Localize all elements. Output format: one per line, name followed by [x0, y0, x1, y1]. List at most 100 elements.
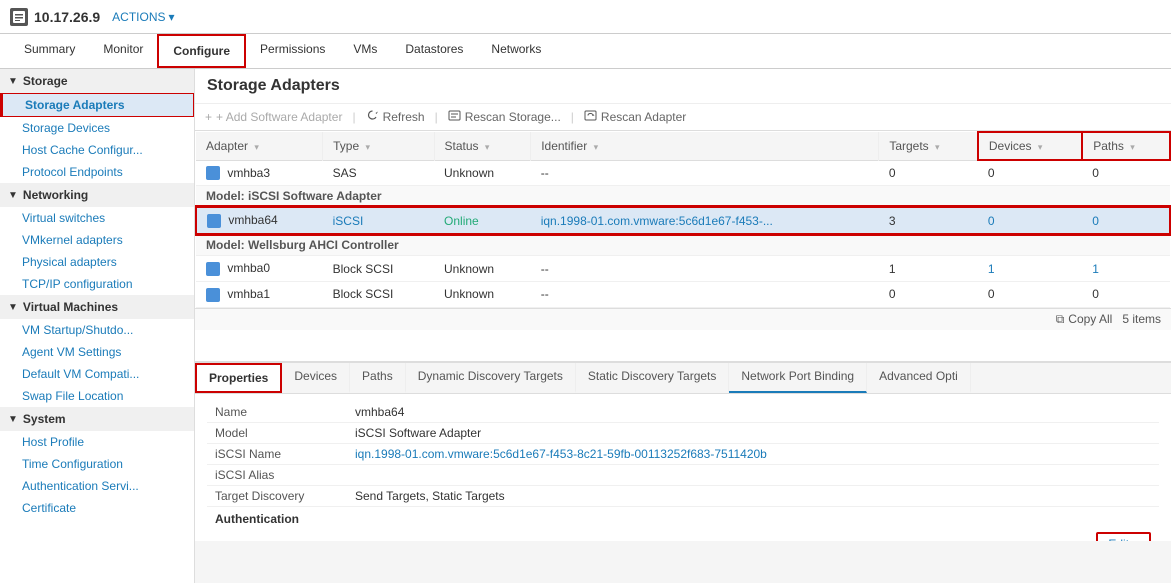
tab-devices[interactable]: Devices	[282, 363, 350, 393]
table-row-selected[interactable]: vmhba64 iSCSI Online iqn.1998-01.com.vmw…	[196, 207, 1170, 234]
content-area: Storage Adapters + + Add Software Adapte…	[195, 69, 1171, 583]
tab-networks[interactable]: Networks	[477, 34, 555, 68]
prop-name: Name vmhba64	[207, 402, 1159, 423]
sidebar-item-protocol-endpoints[interactable]: Protocol Endpoints	[0, 161, 194, 183]
prop-model: Model iSCSI Software Adapter	[207, 423, 1159, 444]
vm-arrow: ▼	[8, 302, 18, 313]
refresh-button[interactable]: Refresh	[366, 109, 425, 125]
cell-devices: 0	[978, 281, 1082, 307]
adapters-table: Adapter ▾ Type ▾ Status ▾	[195, 131, 1171, 308]
cell-targets: 0	[879, 281, 978, 307]
sidebar-item-swap-file-location[interactable]: Swap File Location	[0, 385, 194, 407]
tab-dynamic-discovery[interactable]: Dynamic Discovery Targets	[406, 363, 576, 393]
sidebar-item-physical-adapters[interactable]: Physical adapters	[0, 251, 194, 273]
adapter-icon	[207, 214, 221, 228]
edit-button[interactable]: Edit...	[1096, 532, 1151, 541]
cell-identifier: --	[531, 281, 879, 307]
col-targets[interactable]: Targets ▾	[879, 132, 978, 160]
sidebar-item-time-config[interactable]: Time Configuration	[0, 453, 194, 475]
sidebar-item-storage-adapters[interactable]: Storage Adapters	[0, 93, 194, 117]
sidebar-item-tcpip-config[interactable]: TCP/IP configuration	[0, 273, 194, 295]
networking-arrow: ▼	[8, 190, 18, 201]
toolbar: + + Add Software Adapter | Refresh | Res…	[195, 104, 1171, 131]
cell-type: SAS	[323, 160, 434, 186]
prop-target-discovery: Target Discovery Send Targets, Static Ta…	[207, 486, 1159, 507]
properties-content: Name vmhba64 Model iSCSI Software Adapte…	[195, 394, 1171, 541]
actions-button[interactable]: ACTIONS ▾	[112, 10, 174, 24]
cell-adapter: vmhba1	[196, 281, 323, 307]
model-label: Model: Wellsburg AHCI Controller	[196, 234, 1170, 256]
sidebar-item-host-profile[interactable]: Host Profile	[0, 431, 194, 453]
sidebar-item-vmkernel-adapters[interactable]: VMkernel adapters	[0, 229, 194, 251]
sidebar-group-system[interactable]: ▼ System	[0, 407, 194, 431]
cell-targets: 0	[879, 160, 978, 186]
cell-devices: 0	[978, 160, 1082, 186]
prop-iscsi-alias: iSCSI Alias	[207, 465, 1159, 486]
sidebar: ▼ Storage Storage Adapters Storage Devic…	[0, 69, 195, 583]
identifier-sort-icon: ▾	[594, 142, 599, 152]
adapters-table-container: Adapter ▾ Type ▾ Status ▾	[195, 131, 1171, 361]
sidebar-item-storage-devices[interactable]: Storage Devices	[0, 117, 194, 139]
bottom-tabs: Properties Devices Paths Dynamic Discove…	[195, 363, 1171, 394]
cell-type: iSCSI	[323, 207, 434, 234]
sidebar-group-virtual-machines[interactable]: ▼ Virtual Machines	[0, 295, 194, 319]
prop-iscsi-name: iSCSI Name iqn.1998-01.com.vmware:5c6d1e…	[207, 444, 1159, 465]
sidebar-item-default-vm-compat[interactable]: Default VM Compati...	[0, 363, 194, 385]
tab-advanced-options[interactable]: Advanced Opti	[867, 363, 971, 393]
nav-tabs: Summary Monitor Configure Permissions VM…	[0, 34, 1171, 69]
col-paths[interactable]: Paths ▾	[1082, 132, 1170, 160]
rescan-adapter-icon	[584, 109, 597, 125]
tab-paths[interactable]: Paths	[350, 363, 406, 393]
cell-type: Block SCSI	[323, 256, 434, 282]
items-count: 5 items	[1122, 312, 1161, 326]
tab-configure[interactable]: Configure	[157, 34, 246, 68]
add-software-adapter-button[interactable]: + + Add Software Adapter	[205, 110, 342, 124]
sidebar-item-vm-startup[interactable]: VM Startup/Shutdo...	[0, 319, 194, 341]
table-row[interactable]: vmhba3 SAS Unknown -- 0 0 0	[196, 160, 1170, 186]
tab-permissions[interactable]: Permissions	[246, 34, 339, 68]
status-sort-icon: ▾	[485, 142, 490, 152]
authentication-header: Authentication	[207, 507, 1159, 528]
main-layout: ▼ Storage Storage Adapters Storage Devic…	[0, 69, 1171, 583]
rescan-storage-icon	[448, 109, 461, 125]
sidebar-group-storage[interactable]: ▼ Storage	[0, 69, 194, 93]
col-status[interactable]: Status ▾	[434, 132, 531, 160]
tab-network-port-binding[interactable]: Network Port Binding	[729, 363, 867, 393]
col-identifier[interactable]: Identifier ▾	[531, 132, 879, 160]
system-arrow: ▼	[8, 414, 18, 425]
col-devices[interactable]: Devices ▾	[978, 132, 1082, 160]
sidebar-item-auth-services[interactable]: Authentication Servi...	[0, 475, 194, 497]
table-row[interactable]: vmhba1 Block SCSI Unknown -- 0 0 0	[196, 281, 1170, 307]
top-header: 10.17.26.9 ACTIONS ▾	[0, 0, 1171, 34]
tab-static-discovery[interactable]: Static Discovery Targets	[576, 363, 730, 393]
page-title: Storage Adapters	[195, 69, 1171, 104]
host-title: 10.17.26.9	[34, 9, 100, 25]
model-label: Model: iSCSI Software Adapter	[196, 186, 1170, 208]
cell-paths: 0	[1082, 281, 1170, 307]
col-adapter[interactable]: Adapter ▾	[196, 132, 323, 160]
cell-devices: 0	[978, 207, 1082, 234]
tab-vms[interactable]: VMs	[339, 34, 391, 68]
devices-sort-icon: ▾	[1038, 142, 1043, 152]
rescan-adapter-button[interactable]: Rescan Adapter	[584, 109, 686, 125]
rescan-storage-button[interactable]: Rescan Storage...	[448, 109, 561, 125]
cell-identifier: --	[531, 160, 879, 186]
sidebar-item-agent-vm-settings[interactable]: Agent VM Settings	[0, 341, 194, 363]
sidebar-item-virtual-switches[interactable]: Virtual switches	[0, 207, 194, 229]
paths-sort-icon: ▾	[1130, 142, 1135, 152]
adapter-sort-icon: ▾	[254, 142, 259, 152]
tab-datastores[interactable]: Datastores	[391, 34, 477, 68]
tab-monitor[interactable]: Monitor	[89, 34, 157, 68]
sidebar-item-host-cache-config[interactable]: Host Cache Configur...	[0, 139, 194, 161]
copy-all-button[interactable]: ⧉ Copy All	[1056, 312, 1113, 327]
tab-summary[interactable]: Summary	[10, 34, 89, 68]
col-type[interactable]: Type ▾	[323, 132, 434, 160]
sidebar-item-certificate[interactable]: Certificate	[0, 497, 194, 519]
cell-status: Unknown	[434, 160, 531, 186]
cell-adapter: vmhba0	[196, 256, 323, 282]
cell-paths: 0	[1082, 160, 1170, 186]
sidebar-group-networking[interactable]: ▼ Networking	[0, 183, 194, 207]
table-row[interactable]: vmhba0 Block SCSI Unknown -- 1 1 1	[196, 256, 1170, 282]
prop-value: iqn.1998-01.com.vmware:5c6d1e67-f453-8c2…	[347, 444, 1159, 465]
tab-properties[interactable]: Properties	[195, 363, 282, 393]
